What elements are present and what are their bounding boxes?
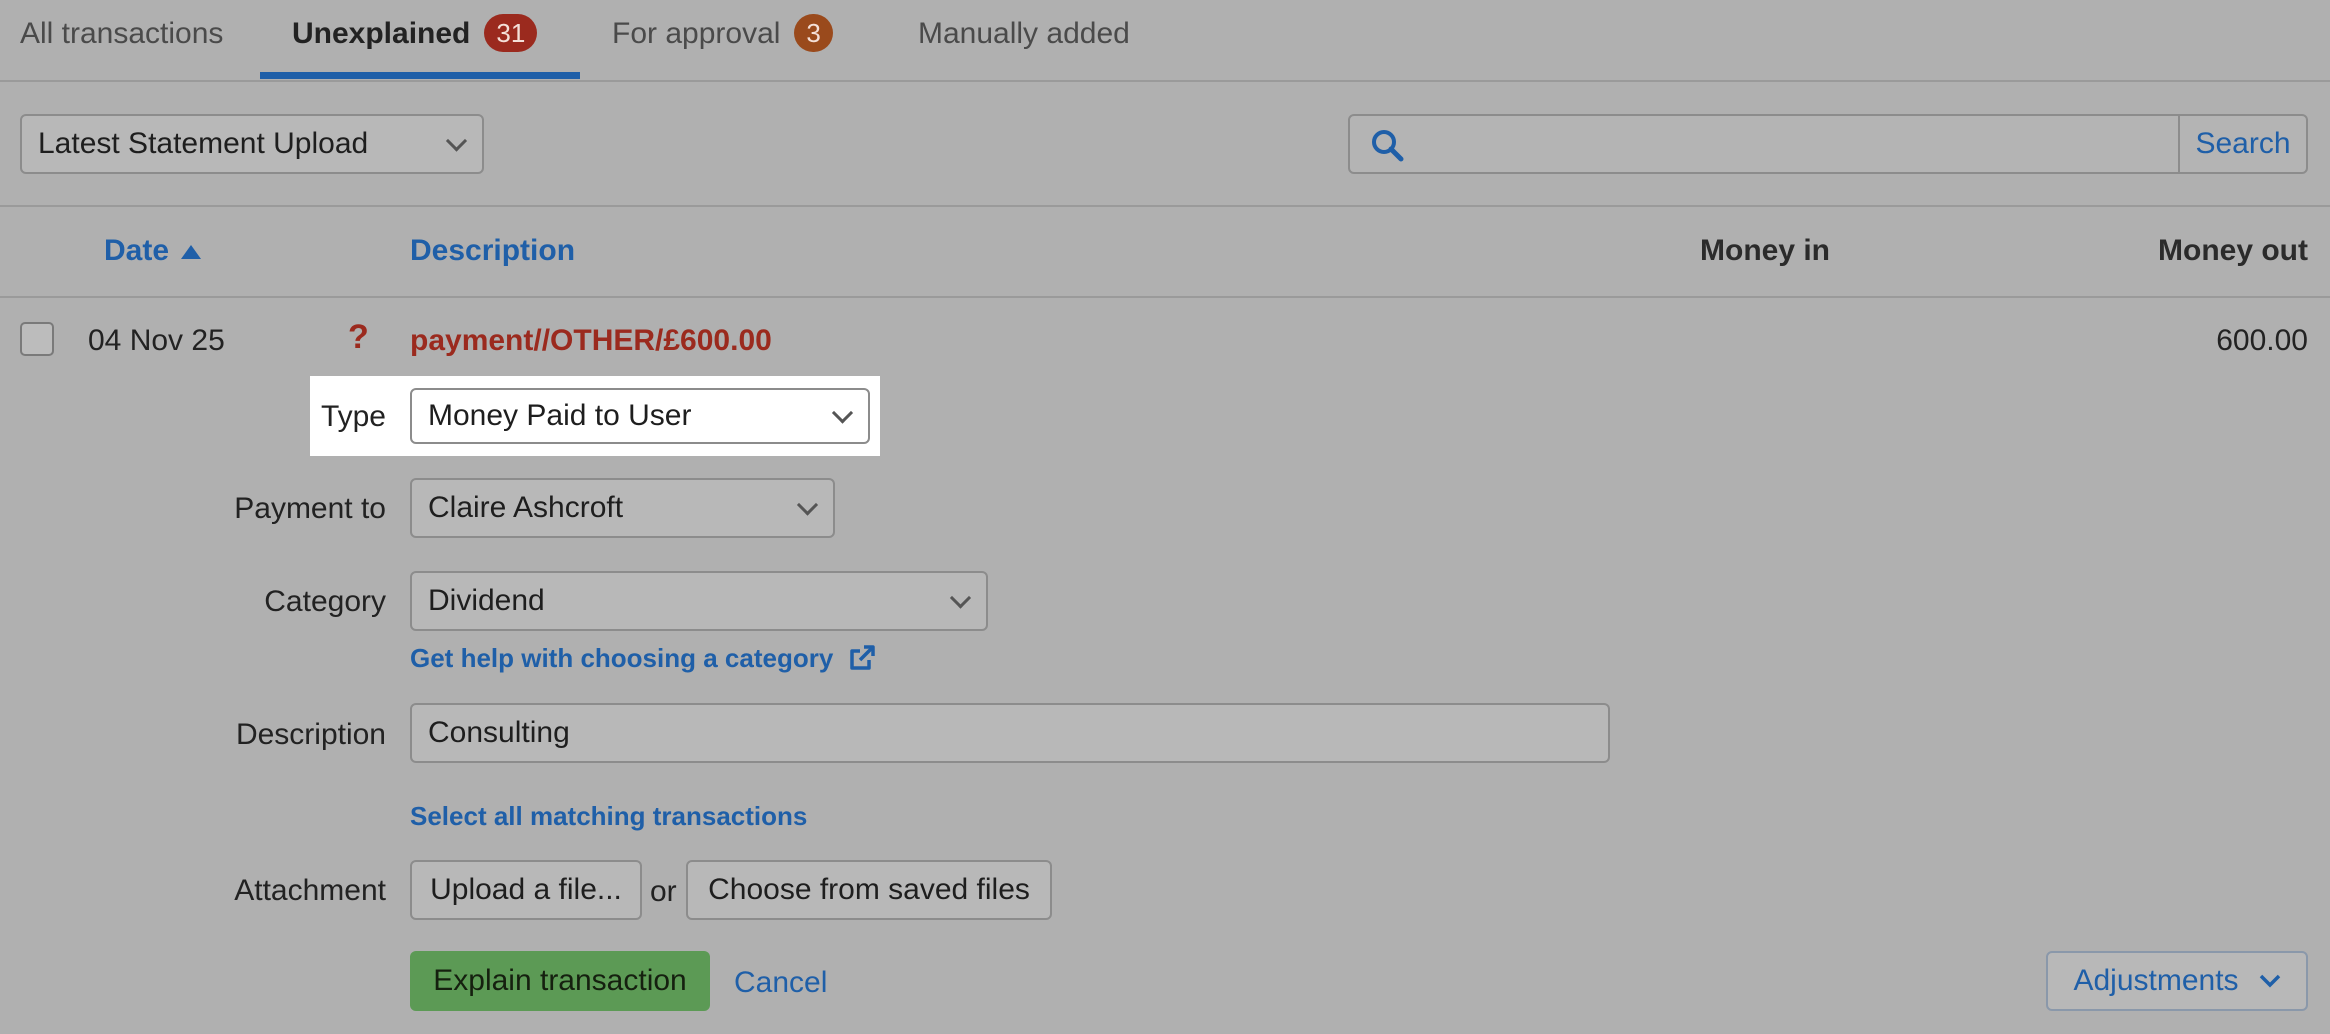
tab-label: Unexplained (292, 17, 471, 50)
search-button[interactable]: Search (2180, 116, 2306, 172)
transaction-tabs: All transactions Unexplained 31 For appro… (0, 0, 2330, 82)
chevron-down-icon (445, 130, 468, 152)
payment-to-label: Payment to (234, 492, 386, 525)
row-select-checkbox[interactable] (20, 322, 54, 356)
type-select-value: Money Paid to User (428, 399, 692, 432)
description-label: Description (235, 718, 386, 751)
payment-to-select[interactable]: Claire Ashcroft (410, 478, 835, 538)
or-text: or (650, 875, 677, 908)
tab-unexplained[interactable]: Unexplained 31 (292, 14, 538, 54)
chevron-down-icon (2259, 974, 2280, 988)
category-select[interactable]: Dividend (410, 571, 988, 631)
search-input[interactable] (1414, 122, 2168, 168)
statement-select[interactable]: Latest Statement Upload (20, 114, 484, 174)
tab-manually-added[interactable]: Manually added (918, 14, 1130, 54)
tab-label: Manually added (918, 17, 1130, 50)
money-out-column-header: Money out (2158, 234, 2308, 267)
payment-to-select-value: Claire Ashcroft (428, 491, 624, 524)
for-approval-count-badge: 3 (794, 14, 833, 52)
chevron-down-icon (949, 587, 972, 609)
category-help-link-label: Get help with choosing a category (410, 643, 834, 673)
select-matching-link[interactable]: Select all matching transactions (410, 801, 807, 832)
search-icon (1372, 130, 1404, 162)
description-input[interactable] (410, 703, 1610, 763)
adjustments-label: Adjustments (2073, 964, 2239, 997)
type-select[interactable]: Money Paid to User (410, 388, 870, 444)
category-select-value: Dividend (428, 584, 545, 617)
sort-ascending-icon (181, 245, 202, 260)
header-divider (0, 296, 2330, 298)
date-header-label: Date (104, 234, 170, 267)
type-label: Type (320, 400, 386, 433)
external-link-icon (849, 645, 875, 670)
cancel-link[interactable]: Cancel (734, 966, 827, 1000)
transaction-date: 04 Nov 25 (88, 324, 225, 357)
category-help-link[interactable]: Get help with choosing a category (410, 643, 877, 674)
active-tab-indicator (260, 72, 580, 79)
search-box: Search (1348, 114, 2308, 174)
transaction-money-out: 600.00 (2216, 324, 2308, 357)
category-label: Category (264, 585, 386, 618)
statement-select-value: Latest Statement Upload (38, 127, 369, 160)
tab-all-transactions[interactable]: All transactions (20, 14, 223, 54)
chevron-down-icon (831, 402, 854, 424)
attachment-label: Attachment (234, 874, 386, 907)
unexplained-question-icon: ? (348, 318, 369, 356)
tab-for-approval[interactable]: For approval 3 (612, 14, 833, 54)
date-column-header[interactable]: Date (104, 234, 202, 268)
description-column-header[interactable]: Description (410, 234, 575, 268)
adjustments-button[interactable]: Adjustments (2046, 951, 2308, 1011)
tab-label: All transactions (20, 17, 224, 50)
unexplained-count-badge: 31 (484, 14, 538, 52)
filter-divider (0, 205, 2330, 207)
choose-saved-files-button[interactable]: Choose from saved files (686, 860, 1052, 920)
transaction-description: payment//OTHER/£600.00 (410, 324, 772, 357)
tab-label: For approval (612, 17, 781, 50)
money-in-column-header: Money in (1700, 234, 1831, 267)
upload-file-button[interactable]: Upload a file... (410, 860, 642, 920)
chevron-down-icon (796, 494, 819, 516)
explain-transaction-button[interactable]: Explain transaction (410, 951, 710, 1011)
